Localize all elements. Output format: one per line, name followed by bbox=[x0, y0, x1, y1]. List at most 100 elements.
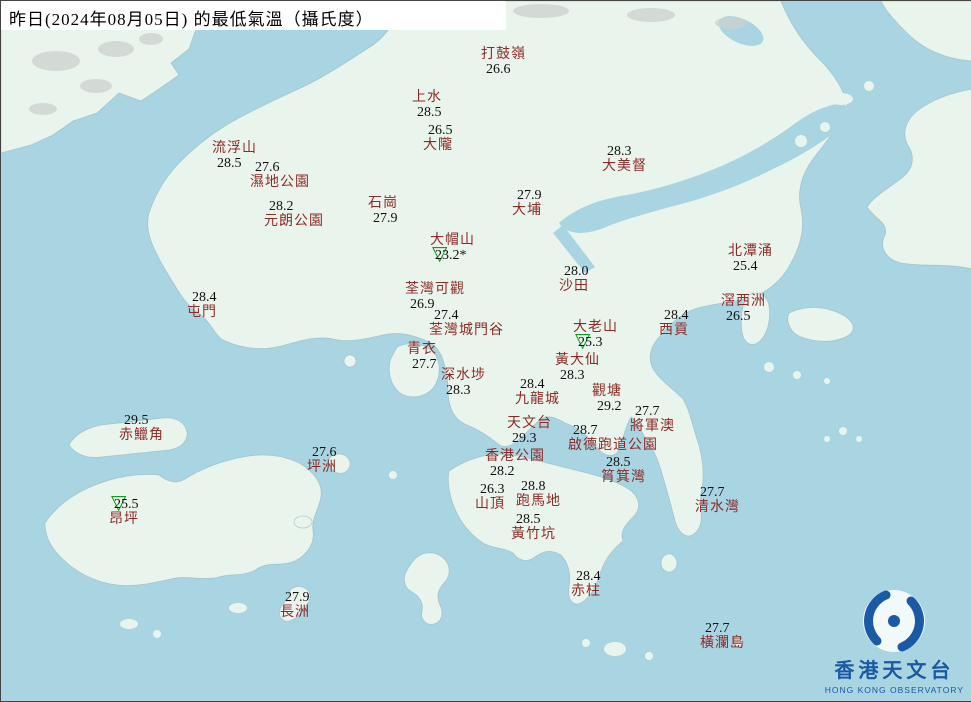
station-name: 跑馬地 bbox=[516, 494, 561, 509]
station-name: 北潭涌 bbox=[728, 244, 773, 259]
station-temperature: 29.3 bbox=[512, 431, 537, 446]
station-name: 西貢 bbox=[659, 323, 689, 338]
station-label-25: 赤鱲角29.5 bbox=[119, 413, 164, 443]
station-temperature: 27.7 bbox=[705, 621, 730, 636]
station-label-4: 濕地公園27.6 bbox=[250, 160, 310, 190]
min-temp-marker-icon: ▽ bbox=[111, 492, 126, 512]
station-temperature: 28.4 bbox=[520, 377, 545, 392]
station-label-18: 青衣27.7 bbox=[407, 342, 437, 372]
station-temperature: 27.9 bbox=[373, 211, 398, 226]
station-temperature: 25.4 bbox=[733, 259, 758, 274]
station-label-28: 香港公園28.2 bbox=[485, 449, 545, 479]
station-temperature: 28.3 bbox=[607, 144, 632, 159]
station-temperature: 28.4 bbox=[664, 308, 689, 323]
station-label-19: 黃大仙28.3 bbox=[555, 353, 600, 383]
weather-map-page: 打鼓嶺26.6上水28.5大隴26.5流浮山28.5濕地公園27.6大美督28.… bbox=[0, 0, 971, 702]
station-name: 黃竹坑 bbox=[511, 527, 556, 542]
station-label-30: 跑馬地28.8 bbox=[516, 479, 561, 509]
hko-logo-name-en: HONG KONG OBSERVATORY bbox=[825, 685, 964, 695]
station-temperature: 28.5 bbox=[606, 455, 631, 470]
station-name: 大埔 bbox=[512, 203, 542, 218]
title-bar: 昨日(2024年08月05日) 的最低氣溫（攝氏度） bbox=[1, 1, 506, 30]
station-label-29: 筲箕灣28.5 bbox=[601, 455, 646, 485]
station-name: 山頂 bbox=[475, 497, 505, 512]
station-name: 屯門 bbox=[187, 305, 217, 320]
station-temperature: 27.9 bbox=[517, 188, 542, 203]
station-name: 荃灣可觀 bbox=[405, 282, 465, 297]
station-name: 青衣 bbox=[407, 342, 437, 357]
station-name: 啟德跑道公園 bbox=[568, 438, 658, 453]
station-label-20: 深水埗28.3 bbox=[441, 368, 486, 398]
station-temperature: 28.4 bbox=[576, 569, 601, 584]
station-label-17: 大老山25.3▽ bbox=[573, 320, 618, 350]
station-label-26: 啟德跑道公園28.7 bbox=[568, 423, 658, 453]
station-temperature: 28.2 bbox=[269, 199, 294, 214]
station-name: 大美督 bbox=[602, 159, 647, 174]
station-name: 坪洲 bbox=[307, 460, 337, 475]
station-label-14: 滘西洲26.5 bbox=[721, 294, 766, 324]
station-label-9: 大帽山23.2*▽ bbox=[430, 233, 475, 263]
station-temperature: 26.5 bbox=[428, 123, 453, 138]
station-name: 赤鱲角 bbox=[119, 428, 164, 443]
station-label-1: 上水28.5 bbox=[412, 90, 442, 120]
station-name: 昂坪 bbox=[109, 512, 139, 527]
station-name: 天文台 bbox=[507, 416, 552, 431]
station-label-24: 天文台29.3 bbox=[507, 416, 552, 446]
station-temperature: 28.4 bbox=[192, 290, 217, 305]
station-name: 荃灣城門谷 bbox=[429, 323, 504, 338]
station-label-34: 黃竹坑28.5 bbox=[511, 512, 556, 542]
station-label-11: 沙田28.0 bbox=[559, 264, 589, 294]
station-name: 筲箕灣 bbox=[601, 470, 646, 485]
station-temperature: 28.7 bbox=[573, 423, 598, 438]
station-temperature: 26.6 bbox=[486, 62, 511, 77]
station-name: 香港公園 bbox=[485, 449, 545, 464]
station-temperature: 29.5 bbox=[124, 413, 149, 428]
station-name: 橫瀾島 bbox=[700, 636, 745, 651]
station-name: 大老山 bbox=[573, 320, 618, 335]
station-label-37: 橫瀾島27.7 bbox=[700, 621, 745, 651]
station-name: 深水埗 bbox=[441, 368, 486, 383]
station-label-36: 長洲27.9 bbox=[280, 590, 310, 620]
station-temperature: 25.5▽ bbox=[114, 497, 139, 512]
station-temperature: 28.8 bbox=[521, 479, 546, 494]
station-label-31: 山頂26.3 bbox=[475, 482, 505, 512]
station-label-16: 西貢28.4 bbox=[659, 308, 689, 338]
station-label-0: 打鼓嶺26.6 bbox=[481, 47, 526, 77]
station-name: 黃大仙 bbox=[555, 353, 600, 368]
station-label-7: 石崗27.9 bbox=[368, 196, 398, 226]
station-temperature: 25.3▽ bbox=[578, 335, 603, 350]
station-temperature: 28.3 bbox=[446, 383, 471, 398]
station-temperature: 27.7 bbox=[412, 357, 437, 372]
station-label-22: 觀塘29.2 bbox=[592, 384, 622, 414]
station-name: 大帽山 bbox=[430, 233, 475, 248]
station-label-10: 北潭涌25.4 bbox=[728, 244, 773, 274]
station-name: 赤柱 bbox=[571, 584, 601, 599]
station-name: 九龍城 bbox=[515, 392, 560, 407]
station-temperature: 27.6 bbox=[312, 445, 337, 460]
station-name: 觀塘 bbox=[592, 384, 622, 399]
station-label-21: 九龍城28.4 bbox=[515, 377, 560, 407]
station-name: 石崗 bbox=[368, 196, 398, 211]
station-temperature: 27.7 bbox=[635, 404, 660, 419]
station-label-5: 大美督28.3 bbox=[602, 144, 647, 174]
station-temperature: 28.2 bbox=[490, 464, 515, 479]
station-name: 大隴 bbox=[423, 138, 453, 153]
station-label-6: 大埔27.9 bbox=[512, 188, 542, 218]
station-label-13: 屯門28.4 bbox=[187, 290, 217, 320]
station-temperature: 27.4 bbox=[434, 308, 459, 323]
station-label-2: 大隴26.5 bbox=[423, 123, 453, 153]
station-name: 打鼓嶺 bbox=[481, 47, 526, 62]
station-name: 濕地公園 bbox=[250, 175, 310, 190]
station-temperature: 27.9 bbox=[285, 590, 310, 605]
station-temperature: 27.7 bbox=[700, 485, 725, 500]
hko-logo-icon bbox=[861, 588, 927, 654]
hko-logo-name-zh: 香港天文台 bbox=[834, 654, 954, 683]
station-name: 上水 bbox=[412, 90, 442, 105]
station-temperature: 28.0 bbox=[564, 264, 589, 279]
station-temperature: 28.3 bbox=[560, 368, 585, 383]
station-temperature: 28.5 bbox=[516, 512, 541, 527]
station-name: 長洲 bbox=[280, 605, 310, 620]
station-label-27: 坪洲27.6 bbox=[307, 445, 337, 475]
station-temperature: 28.5 bbox=[417, 105, 442, 120]
station-label-8: 元朗公園28.2 bbox=[264, 199, 324, 229]
